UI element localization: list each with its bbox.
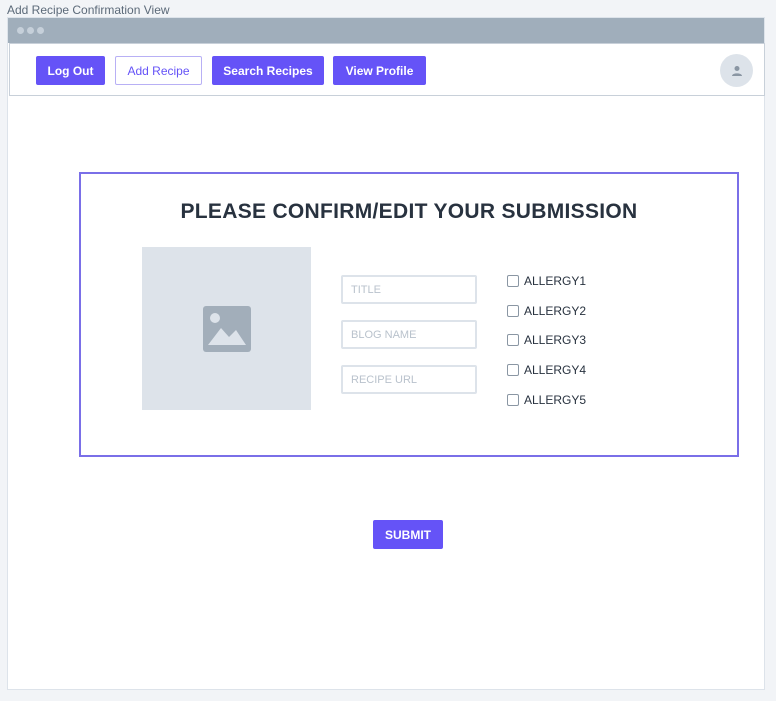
confirm-form-panel: PLEASE CONFIRM/EDIT YOUR SUBMISSION ALLE… <box>79 172 739 457</box>
allergy-option[interactable]: ALLERGY1 <box>507 274 586 288</box>
allergy-label: ALLERGY5 <box>524 393 587 407</box>
allergy-label: ALLERGY2 <box>524 304 587 318</box>
allergy-option[interactable]: ALLERGY5 <box>507 393 586 407</box>
logout-button[interactable]: Log Out <box>36 56 105 85</box>
allergy-checkbox[interactable] <box>507 275 519 287</box>
page-label: Add Recipe Confirmation View <box>7 3 170 17</box>
recipe-image-placeholder[interactable] <box>142 247 311 410</box>
window-dot-icon <box>27 27 34 34</box>
browser-window: Log Out Add Recipe Search Recipes View P… <box>7 17 765 690</box>
allergy-checkbox[interactable] <box>507 334 519 346</box>
allergy-checkbox[interactable] <box>507 394 519 406</box>
window-dot-icon <box>37 27 44 34</box>
recipe-url-field[interactable] <box>341 365 477 394</box>
window-titlebar <box>8 18 764 43</box>
allergy-label: ALLERGY3 <box>524 333 587 347</box>
allergy-checkbox[interactable] <box>507 305 519 317</box>
view-profile-button[interactable]: View Profile <box>333 56 426 85</box>
search-recipes-button[interactable]: Search Recipes <box>212 56 324 85</box>
allergy-label: ALLERGY1 <box>524 274 587 288</box>
page-title: PLEASE CONFIRM/EDIT YOUR SUBMISSION <box>180 200 638 223</box>
submit-button[interactable]: SUBMIT <box>373 520 443 549</box>
image-icon <box>202 305 251 352</box>
allergy-checkbox[interactable] <box>507 364 519 376</box>
top-navbar: Log Out Add Recipe Search Recipes View P… <box>9 43 765 96</box>
allergy-option[interactable]: ALLERGY3 <box>507 333 586 347</box>
window-dot-icon <box>17 27 24 34</box>
user-icon <box>731 65 742 76</box>
avatar[interactable] <box>720 54 753 87</box>
allergy-option[interactable]: ALLERGY2 <box>507 304 586 318</box>
blog-name-field[interactable] <box>341 320 477 349</box>
add-recipe-button[interactable]: Add Recipe <box>115 56 202 85</box>
allergy-label: ALLERGY4 <box>524 363 587 377</box>
title-field[interactable] <box>341 275 477 304</box>
allergy-option[interactable]: ALLERGY4 <box>507 363 586 377</box>
